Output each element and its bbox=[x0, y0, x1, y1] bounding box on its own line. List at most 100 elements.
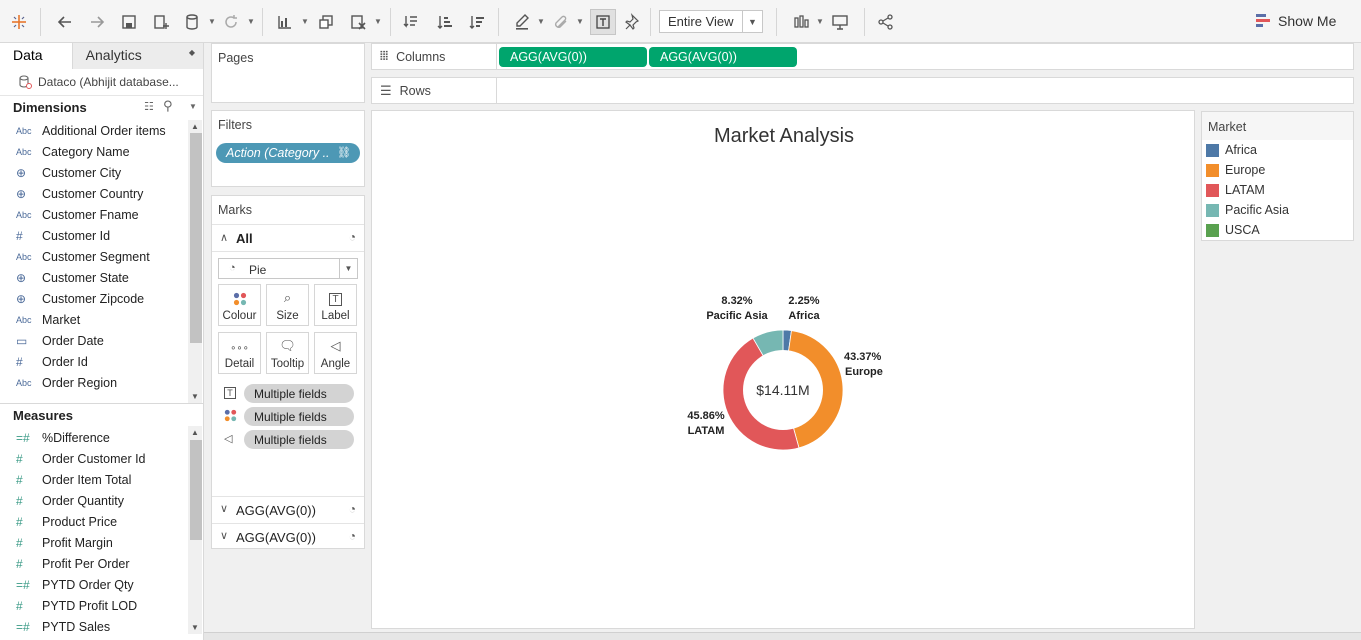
dimension-field[interactable]: ⊕ Customer Zipcode bbox=[0, 288, 203, 309]
dimension-field[interactable]: Abc Category Name bbox=[0, 141, 203, 162]
measures-scroll-thumb[interactable] bbox=[190, 440, 202, 540]
dimension-field[interactable]: Abc Order Region bbox=[0, 372, 203, 393]
marks-sub-card[interactable]: ∨ AGG(AVG(0)) ◔ bbox=[212, 496, 364, 523]
dimension-field[interactable]: # Order Id bbox=[0, 351, 203, 372]
measure-field[interactable]: # Order Item Total bbox=[0, 469, 203, 490]
show-mark-labels-icon[interactable] bbox=[590, 9, 616, 35]
chevron-up-icon[interactable]: ∧ bbox=[220, 231, 228, 244]
chevron-down-icon[interactable]: ∨ bbox=[220, 529, 228, 542]
dimension-field[interactable]: ⊕ Customer City bbox=[0, 162, 203, 183]
dimension-field[interactable]: # Customer Id bbox=[0, 225, 203, 246]
filter-pill[interactable]: Action (Category .. ⛓ bbox=[216, 143, 360, 163]
columns-shelf[interactable]: ⦙⦙⦙ Columns AGG(AVG(0)) AGG(AVG(0)) bbox=[371, 43, 1354, 70]
presentation-mode-icon[interactable] bbox=[827, 9, 853, 35]
donut-chart[interactable]: $14.11M 2.25% Africa 43.37% Europe 45.86% LAT… bbox=[372, 111, 1196, 630]
legend-item[interactable]: Europe bbox=[1202, 160, 1353, 180]
angle-field-pill[interactable]: Multiple fields bbox=[244, 430, 354, 449]
duplicate-icon[interactable] bbox=[313, 9, 339, 35]
show-cards-icon[interactable] bbox=[789, 9, 815, 35]
colour-button[interactable]: Colour bbox=[218, 284, 261, 326]
legend-item[interactable]: Pacific Asia bbox=[1202, 200, 1353, 220]
marks-sub-card[interactable]: ∨ AGG(AVG(0)) ◔ bbox=[212, 523, 364, 549]
angle-button[interactable]: ◁ Angle bbox=[314, 332, 357, 374]
dimensions-scroll-thumb[interactable] bbox=[190, 133, 202, 343]
measure-field[interactable]: # Order Quantity bbox=[0, 490, 203, 511]
label-button[interactable]: T Label bbox=[314, 284, 357, 326]
measures-scrollbar[interactable]: ▲ ▼ bbox=[188, 426, 202, 634]
dimension-field[interactable]: ⊕ Customer Country bbox=[0, 183, 203, 204]
show-me-button[interactable]: Show Me bbox=[1256, 13, 1336, 29]
measure-field[interactable]: # Profit Margin bbox=[0, 532, 203, 553]
tableau-logo-icon[interactable] bbox=[6, 9, 32, 35]
share-icon[interactable] bbox=[873, 9, 899, 35]
market-legend[interactable]: Market Africa Europe LATAM Pacific Asia … bbox=[1201, 111, 1354, 241]
filters-card[interactable]: Filters Action (Category .. ⛓ bbox=[211, 110, 365, 187]
dimension-field[interactable]: ▭ Order Date bbox=[0, 330, 203, 351]
dimension-field[interactable]: Abc Customer Fname bbox=[0, 204, 203, 225]
label-field-pill[interactable]: Multiple fields bbox=[244, 384, 354, 403]
legend-item[interactable]: USCA bbox=[1202, 220, 1353, 240]
measure-field[interactable]: # Product Price bbox=[0, 511, 203, 532]
chevron-down-icon[interactable]: ▼ bbox=[247, 18, 255, 26]
tooltip-button[interactable]: 🗨 Tooltip bbox=[266, 332, 309, 374]
new-datasource-icon[interactable] bbox=[148, 9, 174, 35]
refresh-icon[interactable] bbox=[218, 9, 244, 35]
dimension-field[interactable]: ⊕ Customer State bbox=[0, 267, 203, 288]
colour-field-pill[interactable]: Multiple fields bbox=[244, 407, 354, 426]
save-icon[interactable] bbox=[116, 9, 142, 35]
columns-pill[interactable]: AGG(AVG(0)) bbox=[649, 47, 797, 67]
search-icon[interactable]: ⚲ bbox=[163, 98, 173, 114]
measure-field[interactable]: # Order Customer Id bbox=[0, 448, 203, 469]
rows-shelf[interactable]: ☰ Rows bbox=[371, 77, 1354, 104]
fix-axes-pin-icon[interactable] bbox=[620, 9, 646, 35]
chevron-down-icon[interactable]: ∨ bbox=[220, 502, 228, 515]
dimension-field[interactable]: Abc Customer Segment bbox=[0, 246, 203, 267]
chevron-down-icon[interactable]: ▼ bbox=[189, 102, 197, 111]
measure-field[interactable]: =# %Difference bbox=[0, 427, 203, 448]
chevron-down-icon[interactable]: ▼ bbox=[301, 18, 309, 26]
new-worksheet-icon[interactable] bbox=[272, 9, 298, 35]
dimension-field[interactable]: Abc Market bbox=[0, 309, 203, 330]
chevron-down-icon[interactable]: ▼ bbox=[816, 18, 824, 26]
chevron-updown-icon[interactable]: ◆ bbox=[189, 48, 195, 57]
group-members-icon[interactable] bbox=[548, 9, 574, 35]
dimensions-scrollbar[interactable]: ▲ ▼ bbox=[188, 120, 202, 403]
chevron-down-icon[interactable]: ▼ bbox=[208, 18, 216, 26]
tab-data[interactable]: Data bbox=[0, 43, 72, 69]
measure-field[interactable]: # PYTD Profit LOD bbox=[0, 595, 203, 616]
chevron-up-icon[interactable]: ▲ bbox=[191, 122, 199, 131]
measure-field[interactable]: # Profit Per Order bbox=[0, 553, 203, 574]
columns-pill[interactable]: AGG(AVG(0)) bbox=[499, 47, 647, 67]
redo-icon[interactable] bbox=[84, 9, 110, 35]
clear-sheet-icon[interactable] bbox=[345, 9, 371, 35]
fit-view-dropdown[interactable]: Entire View ▼ bbox=[659, 10, 763, 33]
dimension-field[interactable]: Abc Additional Order items bbox=[0, 120, 203, 141]
sort-descending-icon[interactable] bbox=[464, 9, 490, 35]
view-canvas[interactable]: Market Analysis $14.11M 2.25% Africa 43.37… bbox=[371, 110, 1195, 629]
tab-analytics[interactable]: Analytics ◆ bbox=[71, 43, 203, 69]
chevron-down-icon[interactable]: ▼ bbox=[576, 18, 584, 26]
datasource-item[interactable]: Dataco (Abhijit database... bbox=[0, 69, 203, 96]
undo-icon[interactable] bbox=[52, 9, 78, 35]
measure-field[interactable]: =# PYTD Sales bbox=[0, 616, 203, 634]
detail-button[interactable]: ∘∘∘ Detail bbox=[218, 332, 261, 374]
chevron-down-icon[interactable]: ▼ bbox=[191, 623, 199, 632]
marks-all-header[interactable]: ∧ All ◔ bbox=[212, 224, 364, 252]
chevron-down-icon[interactable]: ▼ bbox=[742, 11, 762, 32]
chevron-down-icon[interactable]: ▼ bbox=[339, 259, 357, 278]
mark-type-dropdown[interactable]: ◔ Pie ▼ bbox=[218, 258, 358, 279]
chevron-down-icon[interactable]: ▼ bbox=[537, 18, 545, 26]
measure-field[interactable]: =# PYTD Order Qty bbox=[0, 574, 203, 595]
sort-ascending-icon[interactable] bbox=[432, 9, 458, 35]
size-button[interactable]: ⌕ Size bbox=[266, 284, 309, 326]
legend-item[interactable]: Africa bbox=[1202, 140, 1353, 160]
legend-item[interactable]: LATAM bbox=[1202, 180, 1353, 200]
pause-updates-icon[interactable] bbox=[180, 9, 206, 35]
chevron-down-icon[interactable]: ▼ bbox=[374, 18, 382, 26]
chevron-up-icon[interactable]: ▲ bbox=[191, 428, 199, 437]
swap-rows-columns-icon[interactable] bbox=[398, 9, 424, 35]
view-list-icon[interactable]: ☷ bbox=[144, 100, 154, 113]
pages-card[interactable]: Pages bbox=[211, 43, 365, 103]
chevron-down-icon[interactable]: ▼ bbox=[191, 392, 199, 401]
highlight-icon[interactable] bbox=[509, 9, 535, 35]
